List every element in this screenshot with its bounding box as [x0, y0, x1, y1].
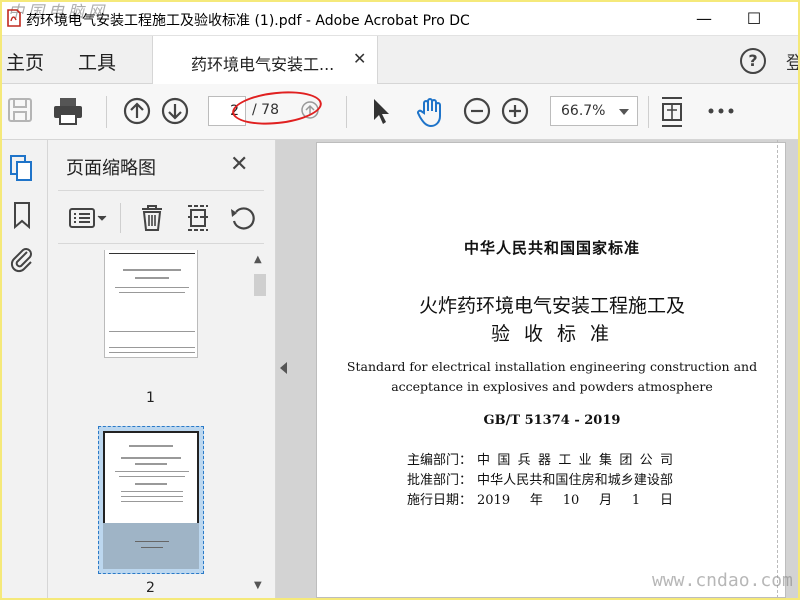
next-page-icon[interactable] — [160, 96, 190, 126]
save-icon[interactable] — [6, 96, 36, 126]
document-title-line-1: 火炸药环境电气安装工程施工及 — [418, 295, 685, 317]
info-label: 批准部门： — [407, 473, 473, 488]
attachments-icon[interactable] — [8, 244, 36, 273]
toolbar-separator — [106, 96, 107, 128]
chevron-up-icon[interactable]: ▲ — [254, 254, 262, 265]
thumbnail-label: 2 — [146, 580, 155, 594]
signin-button[interactable]: 登 — [786, 49, 798, 75]
fit-page-icon[interactable] — [658, 96, 688, 127]
zoom-select[interactable]: 66.7% — [550, 96, 638, 126]
minimize-button[interactable]: — — [686, 6, 722, 32]
info-value: 中华人民共和国住房和城乡建设部 — [477, 473, 673, 488]
english-title-line-1: Standard for electrical installation eng… — [346, 359, 758, 374]
print-icon[interactable] — [52, 96, 82, 126]
title-bar: 中国电脑网 药环境电气安装工程施工及验收标准 (1).pdf - Adobe A… — [2, 2, 798, 36]
acrobat-window: 中国电脑网 药环境电气安装工程施工及验收标准 (1).pdf - Adobe A… — [2, 2, 798, 598]
thumbnail-page-2-image — [103, 431, 199, 569]
tab-document[interactable]: 药环境电气安装工... ✕ — [152, 36, 378, 84]
info-value: 中国兵器工业集团公司 — [477, 453, 673, 468]
acrobat-icon — [6, 8, 22, 28]
hand-tool-icon[interactable] — [414, 96, 444, 128]
tab-tools[interactable]: 工具 — [78, 48, 116, 75]
thumbnails-list: 1 2 — [58, 250, 248, 594]
panel-toolbar — [58, 190, 264, 244]
panel-title: 页面缩略图 — [66, 158, 156, 179]
thumbnail-options-icon[interactable] — [68, 203, 110, 233]
zoom-out-icon[interactable] — [462, 96, 492, 126]
english-title-line-2: acceptance in explosives and powders atm… — [391, 379, 713, 394]
tab-home[interactable]: 主页 — [6, 48, 44, 75]
standard-code: GB/T 51374 - 2019 — [483, 413, 621, 428]
navigation-rail — [2, 140, 48, 598]
chevron-down-icon — [619, 109, 629, 115]
delete-page-icon[interactable] — [138, 203, 170, 233]
page-thumbnails-icon[interactable] — [8, 154, 36, 182]
select-cursor-icon[interactable] — [366, 96, 396, 126]
tab-bar: 主页 工具 药环境电气安装工... ✕ ? 登 — [2, 36, 798, 84]
document-tab-label: 药环境电气安装工... — [191, 55, 335, 74]
thumbnails-scrollbar[interactable]: ▲ ▼ — [250, 250, 270, 594]
zoom-in-icon[interactable] — [500, 96, 530, 126]
previous-page-icon[interactable] — [122, 96, 152, 126]
bookmarks-icon[interactable] — [8, 200, 36, 230]
info-row: 批准部门： 中华人民共和国住房和城乡建设部 — [407, 469, 673, 488]
thumbnail-page-2[interactable] — [98, 426, 204, 574]
toolbar-separator — [346, 96, 347, 128]
close-panel-icon[interactable]: ✕ — [230, 152, 248, 177]
document-viewer: 中华人民共和国国家标准 火炸药环境电气安装工程施工及 验 收 标 准 Stand… — [276, 140, 798, 598]
collapse-panel-icon[interactable] — [280, 362, 287, 374]
info-value: 2019年10月1日 — [477, 493, 673, 508]
toolbar-separator — [648, 96, 649, 128]
viewer-scroll-guide — [777, 140, 778, 598]
info-label: 主编部门： — [407, 453, 473, 468]
maximize-button[interactable]: ☐ — [736, 6, 772, 32]
chevron-down-icon[interactable]: ▼ — [254, 580, 262, 591]
info-row: 主编部门： 中国兵器工业集团公司 — [407, 449, 673, 468]
document-title-line-2: 验 收 标 准 — [490, 323, 614, 345]
help-icon[interactable]: ? — [740, 48, 766, 74]
close-tab-icon[interactable]: ✕ — [353, 49, 366, 68]
info-row: 施行日期： 2019年10月1日 — [407, 489, 673, 508]
info-label: 施行日期： — [407, 493, 473, 508]
insert-page-icon[interactable] — [184, 203, 216, 233]
site-watermark: www.cndao.com — [652, 570, 793, 591]
standard-header: 中华人民共和国国家标准 — [463, 239, 640, 257]
thumbnail-page-1[interactable] — [104, 250, 198, 358]
zoom-value: 66.7% — [561, 103, 606, 119]
more-options-icon[interactable] — [706, 96, 736, 126]
rotate-page-icon[interactable] — [228, 203, 260, 233]
scrollbar-thumb[interactable] — [254, 274, 266, 296]
thumbnails-panel: 页面缩略图 ✕ 1 2 ▲ ▼ — [48, 140, 276, 598]
thumbnail-label: 1 — [146, 390, 155, 406]
pdf-page: 中华人民共和国国家标准 火炸药环境电气安装工程施工及 验 收 标 准 Stand… — [316, 142, 786, 598]
window-title: 药环境电气安装工程施工及验收标准 (1).pdf - Adobe Acrobat… — [26, 13, 470, 29]
main-toolbar: 2 / 78 66.7% — [2, 84, 798, 140]
